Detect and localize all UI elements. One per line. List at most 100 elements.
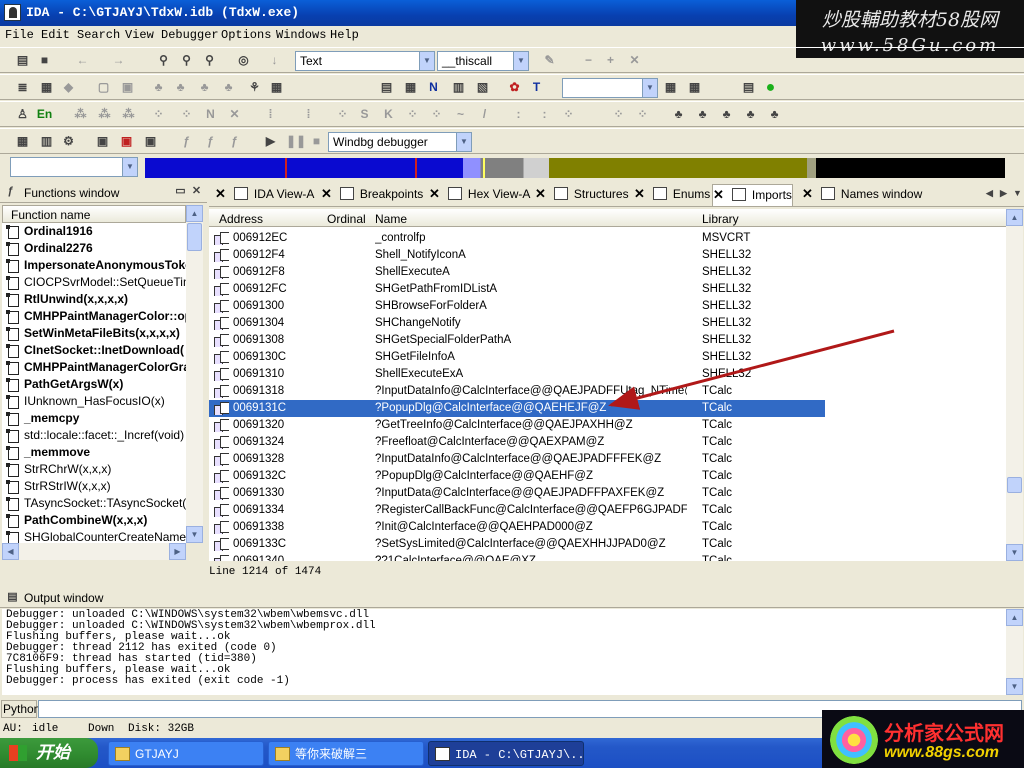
- names-toolbar-icon[interactable]: N: [425, 79, 442, 96]
- op-8-icon[interactable]: :: [510, 106, 527, 123]
- close-icon[interactable]: ✕: [188, 183, 205, 200]
- scroll-up-icon[interactable]: ▲: [1006, 609, 1023, 626]
- functions-horizontal-scrollbar[interactable]: ◀ ▶: [2, 543, 186, 560]
- search-next-icon[interactable]: ⚲: [201, 52, 218, 69]
- windows-2-icon[interactable]: ▣: [118, 133, 135, 150]
- name-icon[interactable]: N: [202, 106, 219, 123]
- close-tab-icon[interactable]: ✕: [429, 186, 440, 201]
- op-7-icon[interactable]: /: [476, 106, 493, 123]
- tree-1-icon[interactable]: ♣: [670, 106, 687, 123]
- nav-combo[interactable]: ▼: [10, 157, 138, 177]
- binoculars-icon[interactable]: ◎: [235, 52, 252, 69]
- generic-combo[interactable]: ▼: [562, 78, 658, 98]
- explore-icon[interactable]: ◆: [60, 79, 77, 96]
- scroll-down-icon[interactable]: ▼: [1006, 544, 1023, 561]
- binary-3-icon[interactable]: ⁂: [120, 106, 137, 123]
- scroll-thumb[interactable]: [187, 223, 202, 251]
- op-s-icon[interactable]: S: [356, 106, 373, 123]
- segment-combo[interactable]: Text ▼: [295, 51, 435, 71]
- tab-names-window[interactable]: ✕ Names window: [802, 184, 922, 206]
- scroll-down-icon[interactable]: ▼: [186, 526, 203, 543]
- op-3-icon[interactable]: ⁘: [334, 106, 351, 123]
- menu-file[interactable]: File: [5, 28, 34, 42]
- calc-2-icon[interactable]: ▦: [686, 79, 703, 96]
- undefine-icon[interactable]: ▢: [95, 79, 112, 96]
- op-k-icon[interactable]: K: [380, 106, 397, 123]
- strings-icon[interactable]: ▤: [378, 79, 395, 96]
- code-icon[interactable]: ≣: [14, 79, 31, 96]
- function-item[interactable]: ImpersonateAnonymousToke: [2, 257, 186, 274]
- calc-icon[interactable]: ▦: [662, 79, 679, 96]
- pencil-icon[interactable]: ✎: [541, 52, 558, 69]
- minus-icon[interactable]: −: [580, 52, 597, 69]
- stop-icon[interactable]: ■: [308, 133, 325, 150]
- functions-vertical-scrollbar[interactable]: ▲ ▼: [186, 205, 203, 543]
- op-2-icon[interactable]: ⁞: [300, 106, 317, 123]
- start-button[interactable]: 开始: [0, 738, 98, 768]
- notes-icon[interactable]: ▤: [740, 79, 757, 96]
- close-tab-icon[interactable]: ✕: [713, 187, 724, 202]
- function-item[interactable]: StrRChrW(x,x,x): [2, 461, 186, 478]
- flow-chart-icon[interactable]: ⚘: [246, 79, 263, 96]
- imports-list[interactable]: Address Ordinal Name Library 006912EC _co…: [209, 209, 1006, 561]
- graph-1-icon[interactable]: ♣: [150, 79, 167, 96]
- task-ida[interactable]: IDA - C:\GTJAYJ\...: [428, 741, 584, 766]
- segments-toolbar-icon[interactable]: ▧: [474, 79, 491, 96]
- scroll-up-icon[interactable]: ▲: [1006, 209, 1023, 226]
- close-tab-icon[interactable]: ✕: [321, 186, 332, 201]
- op-11-icon[interactable]: ⁘: [610, 106, 627, 123]
- close-tab-icon[interactable]: ✕: [634, 186, 645, 201]
- function-item[interactable]: SetWinMetaFileBits(x,x,x,x): [2, 325, 186, 342]
- tab-ida-view-a[interactable]: ✕ IDA View-A: [215, 184, 314, 206]
- chevron-down-icon[interactable]: ▼: [513, 52, 528, 70]
- function-list[interactable]: Ordinal1916 Ordinal2276 ImpersonateAnonymo…: [2, 223, 186, 543]
- function-item[interactable]: Ordinal2276: [2, 240, 186, 257]
- graph-4-icon[interactable]: ♣: [220, 79, 237, 96]
- scroll-right-icon[interactable]: ▶: [169, 543, 186, 560]
- imports-toolbar-icon[interactable]: ▦: [402, 79, 419, 96]
- python-button[interactable]: Python: [1, 700, 40, 718]
- script-f3-icon[interactable]: ƒ: [226, 133, 243, 150]
- tab-enums[interactable]: ✕ Enums: [634, 184, 710, 206]
- chevron-down-icon[interactable]: ▼: [122, 158, 137, 176]
- hex-icon[interactable]: ▥: [38, 133, 55, 150]
- function-item[interactable]: StrRStrIW(x,x,x): [2, 478, 186, 495]
- tab-menu-icon[interactable]: ▼: [1009, 185, 1024, 202]
- menu-view[interactable]: View: [125, 28, 154, 42]
- tree-2-icon[interactable]: ♣: [694, 106, 711, 123]
- function-item[interactable]: Ordinal1916: [2, 223, 186, 240]
- scroll-up-icon[interactable]: ▲: [186, 205, 203, 222]
- function-item[interactable]: _memcpy: [2, 410, 186, 427]
- proximity-icon[interactable]: ▦: [268, 79, 285, 96]
- breakpoint-toolbar-icon[interactable]: ✿: [506, 79, 523, 96]
- imports-vertical-scrollbar[interactable]: ▲ ▼: [1006, 209, 1023, 561]
- chevron-down-icon[interactable]: ▼: [642, 79, 657, 97]
- back-icon[interactable]: ←: [74, 52, 91, 69]
- plus-icon[interactable]: +: [602, 52, 619, 69]
- function-item[interactable]: CMHPPaintManagerColorGra: [2, 359, 186, 376]
- tree-5-icon[interactable]: ♣: [766, 106, 783, 123]
- function-item[interactable]: PathCombineW(x,x,x): [2, 512, 186, 529]
- op-5-icon[interactable]: ⁘: [428, 106, 445, 123]
- calling-convention-combo[interactable]: __thiscall ▼: [437, 51, 529, 71]
- tab-imports[interactable]: ✕ Imports: [712, 184, 793, 206]
- play-icon[interactable]: ▶: [262, 133, 279, 150]
- binary-1-icon[interactable]: ⁂: [72, 106, 89, 123]
- close-x-icon[interactable]: ✕: [626, 52, 643, 69]
- tree-3-icon[interactable]: ♣: [718, 106, 735, 123]
- op-12-icon[interactable]: ⁘: [634, 106, 651, 123]
- chevron-down-icon[interactable]: ▼: [419, 52, 434, 70]
- scroll-down-icon[interactable]: ▼: [1006, 678, 1023, 695]
- offset-icon[interactable]: ⁘: [150, 106, 167, 123]
- op-9-icon[interactable]: :: [536, 106, 553, 123]
- open-icon[interactable]: ▤: [14, 52, 31, 69]
- scroll-left-icon[interactable]: ◀: [2, 543, 19, 560]
- function-item[interactable]: TAsyncSocket::TAsyncSocket(TA: [2, 495, 186, 512]
- function-name-column-header[interactable]: Function name: [2, 205, 186, 223]
- debugger-combo[interactable]: Windbg debugger ▼: [328, 132, 472, 152]
- op-10-icon[interactable]: ⁘: [560, 106, 577, 123]
- function-item[interactable]: CInetSocket::InetDownload(: [2, 342, 186, 359]
- tab-breakpoints[interactable]: ✕ Breakpoints: [321, 184, 423, 206]
- function-item[interactable]: SHGlobalCounterCreateNamedW(: [2, 529, 186, 543]
- menu-search[interactable]: Search: [77, 28, 120, 42]
